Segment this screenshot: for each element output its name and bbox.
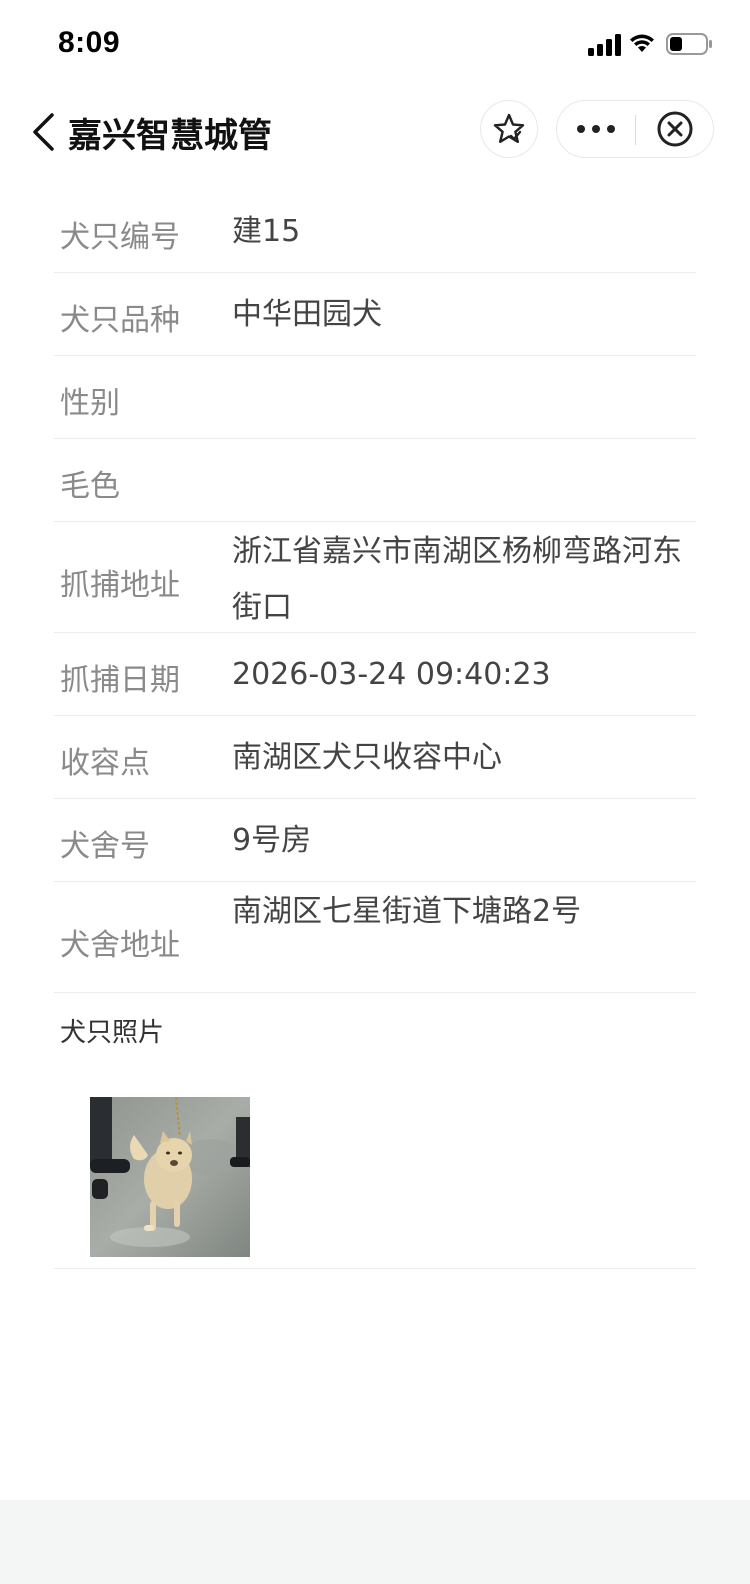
info-label: 犬舍号 [60,829,150,864]
bottom-area [0,1500,750,1584]
info-row-shelter: 收容点 南湖区犬只收容中心 [54,716,696,799]
info-value: 9号房 [232,823,312,858]
mini-program-capsule [556,100,714,158]
close-circle-icon [657,111,693,147]
info-label: 犬只品种 [60,303,180,338]
info-row-kennel-number: 犬舍号 9号房 [54,799,696,882]
info-value: 2026-03-24 09:40:23 [232,657,551,692]
info-label: 抓捕地址 [60,568,180,603]
info-row-coat-color: 毛色 [54,439,696,522]
status-bar: 8:09 [0,0,750,88]
dog-info-list: 犬只编号 建15 犬只品种 中华田园犬 性别 毛色 抓捕地址 浙江省嘉兴市南湖区… [54,190,696,993]
photo-section-title: 犬只照片 [60,1018,165,1048]
close-button[interactable] [636,101,714,157]
dog-photo-image [90,1097,250,1257]
info-row-capture-date: 抓捕日期 2026-03-24 09:40:23 [54,633,696,716]
info-row-gender: 性别 [54,356,696,439]
info-value: 南湖区犬只收容中心 [232,740,502,775]
info-row-breed: 犬只品种 中华田园犬 [54,273,696,356]
info-row-kennel-address: 犬舍地址 南湖区七星街道下塘路2号 [54,882,696,993]
signal-icon [588,34,621,56]
info-value: 建15 [232,214,301,249]
wifi-icon [630,34,654,52]
star-icon [493,113,525,143]
more-button[interactable] [557,101,635,157]
dog-photo[interactable] [90,1097,250,1257]
divider [54,1268,696,1269]
info-label: 收容点 [60,746,150,781]
info-value: 中华田园犬 [232,297,382,332]
info-label: 性别 [60,386,120,421]
status-time: 8:09 [58,26,121,59]
info-row-capture-address: 抓捕地址 浙江省嘉兴市南湖区杨柳弯路河东街口 [54,522,696,633]
info-label: 犬只编号 [60,220,180,255]
info-value: 浙江省嘉兴市南湖区杨柳弯路河东街口 [232,534,682,625]
battery-icon [666,33,712,55]
info-label: 犬舍地址 [60,928,180,963]
info-value: 南湖区七星街道下塘路2号 [232,894,582,929]
info-row-dog-id: 犬只编号 建15 [54,190,696,273]
favorite-button[interactable] [480,100,538,158]
more-icon [577,125,615,133]
nav-bar: 嘉兴智慧城管 [0,96,750,166]
info-label: 毛色 [60,469,120,504]
info-label: 抓捕日期 [60,663,180,698]
back-icon[interactable] [30,112,56,152]
page-title: 嘉兴智慧城管 [68,116,272,156]
